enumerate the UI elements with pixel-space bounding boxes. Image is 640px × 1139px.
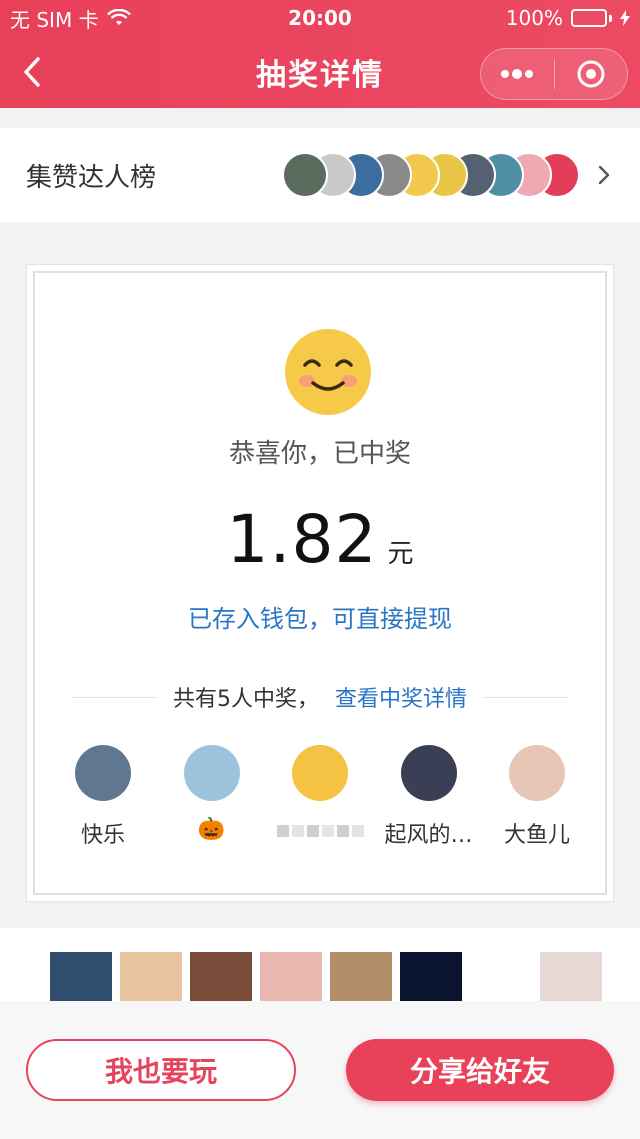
winner-name: 起风的… (384, 823, 473, 848)
participant-thumb (330, 952, 392, 1002)
amount-value: 1.82 (226, 501, 378, 578)
app-header: 无 SIM 卡 20:00 100% 抽奖详情 (0, 0, 640, 108)
play-too-button[interactable]: 我也要玩 (26, 1039, 296, 1101)
participant-thumb (260, 952, 322, 1002)
participant-thumbnails (50, 952, 602, 1002)
leaderboard-avatar (282, 152, 328, 198)
winner-name: 🎃 (197, 817, 226, 842)
winner-avatar (183, 745, 240, 801)
nav-bar: 抽奖详情 (0, 36, 640, 108)
leaderboard-title: 集赞达人榜 (26, 162, 157, 193)
participant-thumb (120, 952, 182, 1002)
view-winners-link[interactable]: 查看中奖详情 (335, 681, 467, 713)
page-title: 抽奖详情 (256, 58, 384, 93)
leaderboard-avatar-stack (282, 152, 580, 198)
winner-item[interactable]: 快乐 (51, 745, 155, 849)
more-button[interactable] (481, 49, 554, 99)
winner-item[interactable]: 🎃 (160, 745, 264, 849)
divider-right (483, 696, 570, 698)
winner-item[interactable] (268, 745, 372, 849)
wallet-note: 已存入钱包，可直接提现 (188, 605, 452, 633)
more-dots-icon (501, 69, 534, 79)
participant-thumb (470, 952, 532, 1002)
close-miniprogram-button[interactable] (555, 49, 628, 99)
charging-bolt-icon (620, 10, 630, 26)
participant-thumb (400, 952, 462, 1002)
winner-avatar (75, 745, 131, 801)
prize-amount: 1.82 元 (35, 501, 605, 578)
winner-avatar (292, 745, 348, 801)
winner-avatar (400, 745, 457, 801)
like-leaderboard-row[interactable]: 集赞达人榜 (0, 128, 640, 222)
smiley-face-icon (285, 329, 371, 415)
action-bar: 我也要玩 分享给好友 (0, 1001, 640, 1139)
back-button[interactable] (12, 52, 52, 92)
battery-icon (571, 9, 612, 27)
chevron-right-icon (598, 165, 610, 185)
status-bar: 无 SIM 卡 20:00 100% (0, 0, 640, 36)
winners-count: 共有5人中奖， (173, 687, 319, 712)
winner-item[interactable]: 起风的… (377, 745, 481, 849)
congrats-text: 恭喜你，已中奖 (228, 439, 411, 469)
winner-avatar (509, 745, 565, 801)
winner-name-blurred (276, 825, 364, 837)
divider-left (71, 696, 157, 698)
wifi-icon (106, 9, 131, 25)
lottery-result-card: 恭喜你，已中奖 1.82 元 已存入钱包，可直接提现 共有5人中奖， 查看中奖详… (26, 264, 614, 902)
participant-thumb (540, 952, 602, 1002)
winner-item[interactable]: 大鱼儿 (485, 745, 589, 849)
amount-unit: 元 (387, 539, 414, 569)
winner-name: 大鱼儿 (503, 823, 570, 848)
winners-summary: 共有5人中奖， 查看中奖详情 (71, 681, 570, 713)
target-circle-icon (577, 60, 605, 88)
battery-percent: 100% (505, 6, 563, 30)
winners-list: 快乐 🎃 起风的… 大鱼儿 (51, 745, 589, 849)
participant-thumb (190, 952, 252, 1002)
share-button[interactable]: 分享给好友 (346, 1039, 614, 1101)
miniprogram-capsule (480, 48, 628, 100)
back-chevron-icon (24, 57, 40, 87)
participant-thumb (50, 952, 112, 1002)
carrier-label: 无 SIM 卡 (10, 7, 99, 32)
winner-name: 快乐 (80, 823, 125, 848)
